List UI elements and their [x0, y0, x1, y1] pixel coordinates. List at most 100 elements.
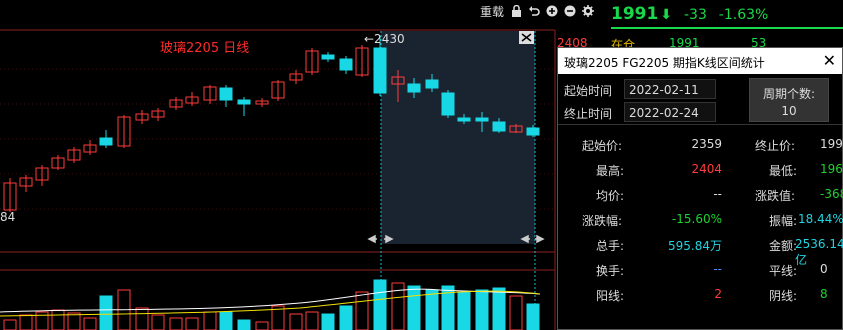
reload-button[interactable]: 重载 — [480, 3, 504, 20]
volume-bar — [51, 309, 65, 330]
candle-body — [492, 121, 506, 132]
total-volume-value: 595.84万 — [668, 239, 722, 253]
last-price: 1991 — [611, 4, 659, 24]
candle-body — [425, 79, 439, 89]
volume-bar — [407, 285, 421, 330]
period-count-value: 10 — [781, 104, 797, 118]
dialog-header: 玻璃2205 FG2205 期指K线区间统计 ✕ — [558, 48, 842, 74]
zoom-in-icon[interactable] — [546, 5, 558, 17]
chart-toolbar: 重载 — [480, 2, 595, 20]
selection-region — [381, 31, 535, 244]
candle-body — [457, 117, 471, 122]
low-value: 1969 — [820, 162, 843, 176]
volume-bar — [219, 311, 233, 330]
change-value: -368 — [820, 187, 843, 201]
down-bars-label: 阴线: — [769, 289, 798, 303]
chart-title: 玻璃2205 日线 — [160, 41, 250, 56]
volume-bar — [19, 314, 33, 330]
selection-handle-icon — [535, 234, 545, 244]
candle-body — [441, 92, 455, 116]
divider — [558, 124, 842, 125]
volume-bar — [289, 313, 303, 330]
amplitude-value: 18.44% — [798, 212, 843, 226]
end-time-field[interactable]: 2022-02-24 — [624, 102, 716, 122]
lock-icon[interactable] — [510, 5, 522, 17]
volume-bar — [457, 291, 471, 330]
candle-body — [475, 117, 489, 122]
volume-bar — [509, 295, 523, 330]
quote-underline — [611, 27, 843, 29]
up-bars-label: 阳线: — [596, 289, 625, 303]
zoom-out-icon[interactable] — [564, 5, 576, 17]
close-icon[interactable]: ✕ — [823, 51, 836, 70]
volume-bar — [305, 311, 319, 330]
candlestick-chart[interactable] — [0, 0, 610, 330]
change-pct-value: -15.60% — [671, 212, 722, 226]
start-price-label: 起始价: — [582, 139, 623, 153]
volume-bar — [203, 311, 217, 330]
volume-bar — [237, 319, 251, 330]
down-arrow-icon: ⬇ — [660, 7, 673, 23]
total-volume-label: 总手: — [596, 239, 625, 253]
high-label: 最高: — [596, 164, 625, 178]
selection-handle-icon — [367, 234, 377, 244]
amplitude-label: 振幅: — [769, 214, 798, 228]
change-label: 涨跌值: — [755, 189, 796, 203]
turnover-value: -- — [713, 262, 722, 276]
candle-body — [373, 47, 387, 94]
volume-bar — [135, 307, 149, 330]
candle-body — [339, 58, 353, 71]
start-time-field[interactable]: 2022-02-11 — [624, 79, 716, 99]
quote-header: 1991 ⬇ -33 -1.63% — [611, 4, 768, 24]
start-price-value: 2359 — [691, 137, 722, 151]
volume-bar — [151, 314, 165, 330]
candle-body — [526, 127, 540, 136]
volume-bar — [3, 319, 17, 330]
volume-bar — [67, 312, 81, 330]
left-price-label: 84 — [0, 210, 16, 224]
end-time-label: 终止时间 — [564, 107, 613, 121]
candle-body — [321, 54, 335, 60]
undo-icon[interactable] — [528, 5, 540, 17]
candle-body — [219, 87, 233, 101]
up-bars-value: 2 — [714, 287, 722, 301]
volume-bar — [492, 287, 506, 330]
avg-price-label: 均价: — [596, 189, 625, 203]
flat-bars-value: 0 — [820, 262, 828, 276]
volume-bar — [185, 317, 199, 330]
avg-price-value: -- — [713, 187, 722, 201]
candle-body — [237, 99, 251, 105]
amount-value: 2536.14亿 — [795, 237, 843, 267]
volume-bar — [83, 317, 97, 330]
dialog-title: 玻璃2205 FG2205 期指K线区间统计 — [564, 56, 765, 70]
change-pct-label: 涨跌幅: — [582, 214, 623, 228]
gear-icon[interactable] — [582, 5, 595, 17]
period-count-box: 周期个数: 10 — [749, 78, 829, 122]
down-bars-value: 8 — [820, 287, 828, 301]
end-price-value: 1991 — [820, 137, 843, 151]
turnover-label: 换手: — [596, 264, 625, 278]
volume-bar — [425, 289, 439, 330]
volume-bar — [169, 317, 183, 330]
amount-label: 金额: — [769, 239, 798, 253]
peak-marker: ←2430 — [364, 32, 405, 46]
end-price-label: 终止价: — [755, 139, 796, 153]
low-label: 最低: — [769, 164, 798, 178]
price-change: -33 — [683, 7, 707, 23]
volume-bar — [339, 305, 353, 330]
volume-bar — [321, 313, 335, 330]
candle-body — [407, 83, 421, 93]
volume-bar — [373, 279, 387, 330]
candle-body — [99, 137, 113, 146]
flat-bars-label: 平线: — [769, 264, 798, 278]
volume-bar — [475, 289, 489, 330]
period-count-label: 周期个数: — [762, 87, 816, 101]
start-time-label: 起始时间 — [564, 84, 613, 98]
price-change-pct: -1.63% — [718, 7, 769, 23]
volume-bar — [526, 303, 540, 330]
volume-bar — [99, 295, 113, 330]
high-value: 2404 — [691, 162, 722, 176]
volume-bar — [355, 291, 369, 330]
interval-stats-dialog: 玻璃2205 FG2205 期指K线区间统计 ✕ 起始时间 2022-02-11… — [557, 47, 843, 330]
volume-bar — [255, 321, 269, 330]
